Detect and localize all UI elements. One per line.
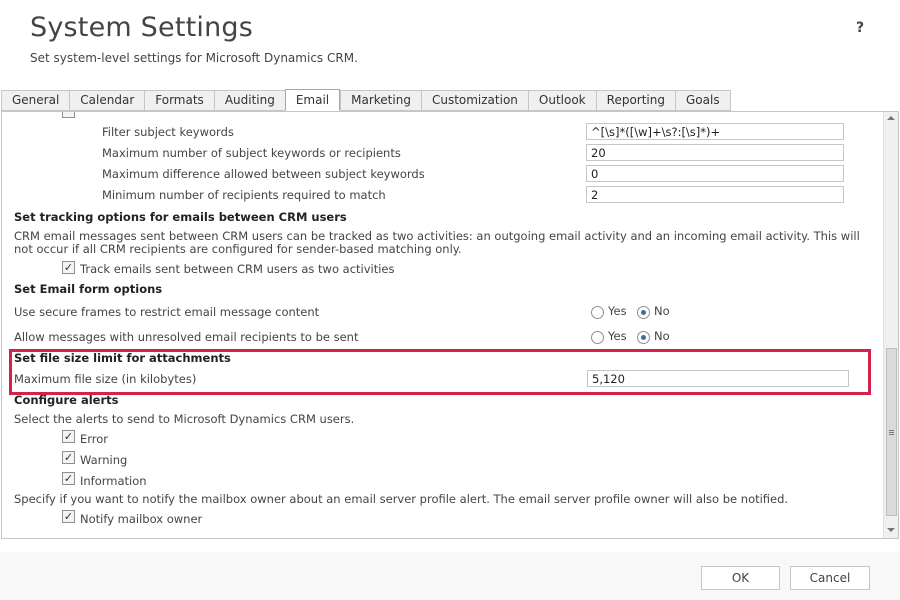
email-form-heading: Set Email form options (14, 282, 163, 296)
filter-keywords-input[interactable] (586, 123, 844, 140)
alert-error-label: Error (80, 432, 109, 446)
cancel-button[interactable]: Cancel (790, 566, 870, 590)
unresolved-no-radio[interactable] (637, 331, 650, 344)
smart-matching-checkbox[interactable] (62, 112, 75, 118)
tab-reporting[interactable]: Reporting (595, 90, 675, 111)
scroll-down-arrow-icon[interactable] (887, 528, 895, 532)
settings-tabs: General Calendar Formats Auditing Email … (1, 89, 731, 111)
tab-outlook[interactable]: Outlook (527, 90, 596, 111)
tab-formats[interactable]: Formats (144, 90, 214, 111)
file-size-highlight (9, 349, 871, 395)
alert-information-checkbox[interactable]: ✓ (62, 472, 75, 485)
max-difference-label: Maximum difference allowed between subje… (102, 167, 425, 181)
vertical-scrollbar[interactable] (883, 112, 898, 538)
email-settings-content: Filter subject keywords Maximum number o… (2, 112, 882, 538)
ok-button[interactable]: OK (701, 566, 780, 590)
grip-line (889, 432, 894, 433)
notify-mailbox-owner-checkbox[interactable]: ✓ (62, 510, 75, 523)
tab-customization[interactable]: Customization (420, 90, 528, 111)
alert-error-checkbox[interactable]: ✓ (62, 430, 75, 443)
max-keywords-label: Maximum number of subject keywords or re… (102, 146, 401, 160)
alert-warning-label: Warning (80, 453, 128, 467)
tab-goals[interactable]: Goals (674, 90, 731, 111)
alert-warning-checkbox[interactable]: ✓ (62, 451, 75, 464)
unresolved-yes-radio[interactable] (591, 331, 604, 344)
secure-frames-no-radio[interactable] (637, 306, 650, 319)
grip-line (889, 430, 894, 431)
email-settings-panel: Filter subject keywords Maximum number o… (1, 111, 899, 539)
tab-auditing[interactable]: Auditing (213, 90, 285, 111)
tab-calendar[interactable]: Calendar (69, 90, 145, 111)
max-difference-input[interactable] (586, 165, 844, 182)
secure-frames-label: Use secure frames to restrict email mess… (14, 305, 320, 319)
max-keywords-input[interactable] (586, 144, 844, 161)
min-recipients-input[interactable] (586, 186, 844, 203)
unresolved-no-label: No (654, 329, 670, 343)
alerts-description: Select the alerts to send to Microsoft D… (14, 412, 355, 426)
secure-frames-no-label: No (654, 304, 670, 318)
scroll-thumb[interactable] (886, 348, 897, 516)
tab-general[interactable]: General (1, 90, 70, 111)
filter-keywords-label: Filter subject keywords (102, 125, 234, 139)
secure-frames-yes-label: Yes (608, 304, 627, 318)
tab-email[interactable]: Email (284, 89, 341, 111)
grip-line (889, 434, 894, 435)
tab-marketing[interactable]: Marketing (340, 90, 421, 111)
alerts-heading: Configure alerts (14, 393, 119, 407)
help-icon[interactable]: ? (856, 20, 864, 36)
page-title: System Settings (30, 12, 254, 43)
unresolved-yes-label: Yes (608, 329, 627, 343)
tracking-heading: Set tracking options for emails between … (14, 210, 347, 224)
track-emails-label: Track emails sent between CRM users as t… (80, 262, 395, 276)
tracking-description: CRM email messages sent between CRM user… (14, 229, 860, 256)
unresolved-recipients-label: Allow messages with unresolved email rec… (14, 330, 359, 344)
scroll-up-arrow-icon[interactable] (887, 116, 895, 120)
track-emails-checkbox[interactable]: ✓ (62, 261, 75, 274)
notify-mailbox-owner-label: Notify mailbox owner (80, 512, 203, 526)
page-subtitle: Set system-level settings for Microsoft … (30, 51, 358, 65)
notify-description: Specify if you want to notify the mailbo… (14, 492, 789, 506)
min-recipients-label: Minimum number of recipients required to… (102, 188, 386, 202)
secure-frames-yes-radio[interactable] (591, 306, 604, 319)
alert-information-label: Information (80, 474, 147, 488)
